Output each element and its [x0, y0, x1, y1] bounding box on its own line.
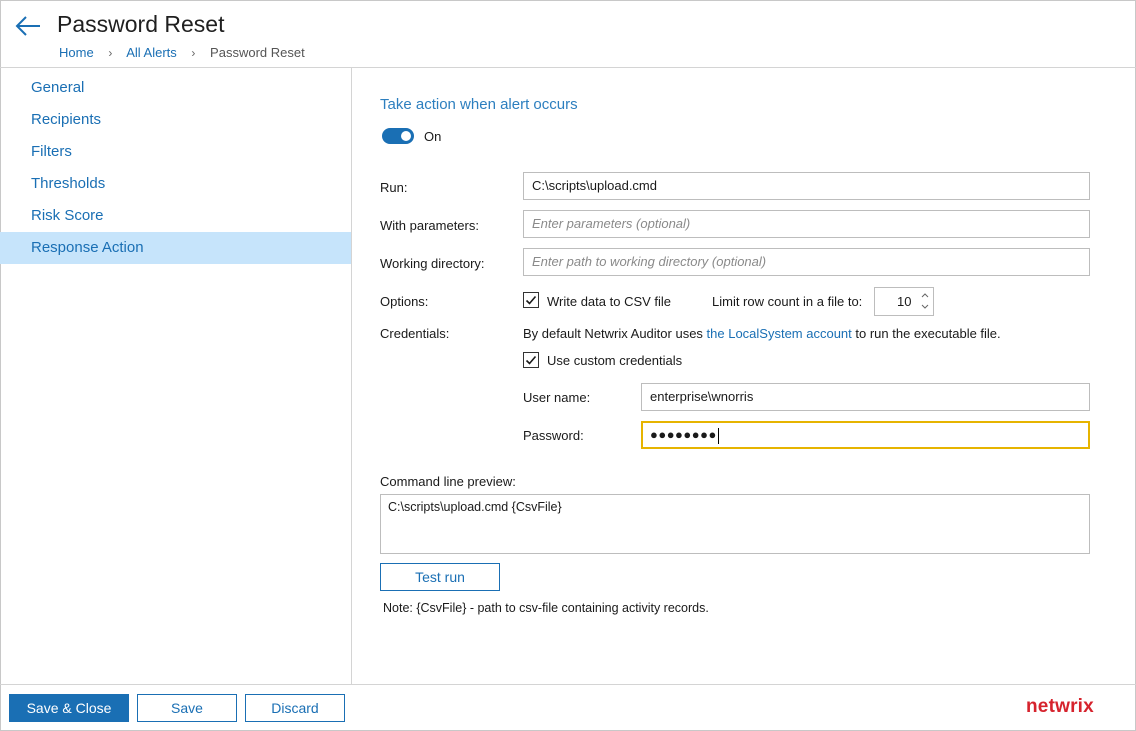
- run-input[interactable]: C:\scripts\upload.cmd: [523, 172, 1090, 200]
- write-csv-checkbox[interactable]: [523, 292, 539, 308]
- chevron-right-icon: ›: [191, 46, 196, 60]
- checkmark-icon: [525, 295, 537, 305]
- localsystem-account-link[interactable]: the LocalSystem account: [707, 326, 852, 341]
- credentials-description: By default Netwrix Auditor uses the Loca…: [523, 326, 1001, 341]
- limit-row-label: Limit row count in a file to:: [712, 294, 863, 309]
- preview-label: Command line preview:: [380, 474, 516, 489]
- command-preview: C:\scripts\upload.cmd {CsvFile}: [380, 494, 1090, 554]
- custom-credentials-checkbox[interactable]: [523, 352, 539, 368]
- breadcrumb-home[interactable]: Home: [59, 45, 94, 60]
- chevron-right-icon: ›: [108, 46, 113, 60]
- save-button[interactable]: Save: [137, 694, 237, 722]
- footer-divider: [0, 684, 1136, 685]
- sidebar-item-filters[interactable]: Filters: [0, 136, 351, 168]
- breadcrumb-all-alerts[interactable]: All Alerts: [126, 45, 177, 60]
- options-label: Options:: [380, 294, 429, 309]
- parameters-input[interactable]: Enter parameters (optional): [523, 210, 1090, 238]
- sidebar-item-general[interactable]: General: [0, 72, 351, 104]
- save-close-button[interactable]: Save & Close: [9, 694, 129, 722]
- breadcrumb-current: Password Reset: [210, 45, 305, 60]
- credentials-label: Credentials:: [380, 326, 450, 341]
- password-label: Password:: [523, 428, 584, 443]
- chevron-down-icon[interactable]: [920, 302, 930, 312]
- working-directory-input[interactable]: Enter path to working directory (optiona…: [523, 248, 1090, 276]
- write-csv-label: Write data to CSV file: [547, 294, 672, 309]
- username-input[interactable]: enterprise\wnorris: [641, 383, 1090, 411]
- toggle-knob: [401, 131, 411, 141]
- toggle-label: On: [424, 129, 442, 144]
- page-title: Password Reset: [57, 11, 225, 37]
- sidebar-item-thresholds[interactable]: Thresholds: [0, 168, 351, 200]
- action-toggle[interactable]: [382, 128, 414, 144]
- custom-credentials-label: Use custom credentials: [547, 353, 683, 368]
- netwrix-logo: netwrix: [1026, 696, 1094, 717]
- chevron-up-icon[interactable]: [920, 290, 930, 300]
- credentials-text-after: to run the executable file.: [851, 326, 1001, 341]
- section-title: Take action when alert occurs: [380, 96, 578, 113]
- password-input[interactable]: ●●●●●●●●: [641, 421, 1090, 449]
- back-arrow-icon[interactable]: [14, 14, 42, 38]
- test-run-button[interactable]: Test run: [380, 563, 500, 591]
- username-label: User name:: [523, 390, 591, 405]
- breadcrumb: Home › All Alerts › Password Reset: [59, 45, 305, 60]
- discard-button[interactable]: Discard: [245, 694, 345, 722]
- password-value: ●●●●●●●●: [650, 427, 717, 442]
- row-limit-value: 10: [897, 294, 912, 309]
- text-cursor: [717, 427, 719, 444]
- sidebar-item-recipients[interactable]: Recipients: [0, 104, 351, 136]
- sidebar-item-risk-score[interactable]: Risk Score: [0, 200, 351, 232]
- csvfile-note: Note: {CsvFile} - path to csv-file conta…: [383, 601, 709, 615]
- row-limit-stepper[interactable]: 10: [874, 287, 934, 316]
- sidebar: General Recipients Filters Thresholds Ri…: [0, 68, 352, 684]
- checkmark-icon: [525, 355, 537, 365]
- credentials-text-before: By default Netwrix Auditor uses: [523, 326, 707, 341]
- sidebar-item-response-action[interactable]: Response Action: [0, 232, 351, 264]
- run-label: Run:: [380, 180, 408, 195]
- working-directory-label: Working directory:: [380, 256, 485, 271]
- parameters-label: With parameters:: [380, 218, 479, 233]
